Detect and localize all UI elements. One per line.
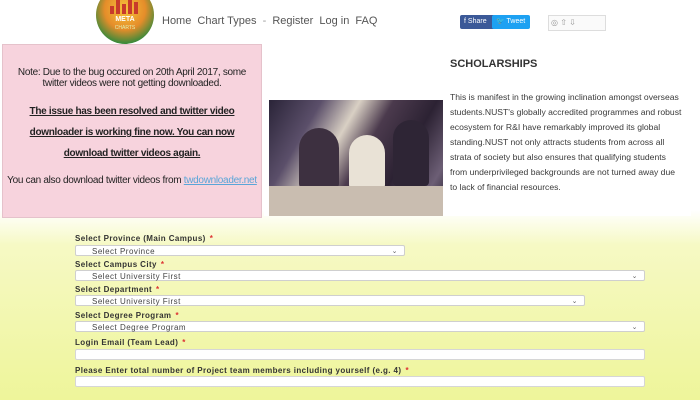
department-select[interactable]: Select University First ⌄: [75, 295, 585, 306]
logo-subtext: CHARTS: [114, 25, 136, 31]
province-select[interactable]: Select Province ⌄: [75, 245, 405, 256]
degree-program-select[interactable]: Select Degree Program ⌄: [75, 321, 645, 332]
team-members-input[interactable]: [75, 376, 645, 387]
notice-alternative-prefix: You can also download twitter videos fro…: [7, 175, 184, 186]
required-mark: *: [175, 311, 179, 320]
degree-program-label: Select Degree Program *: [75, 311, 179, 320]
twdownloader-link[interactable]: twdownloader.net: [184, 175, 257, 186]
notice-bug-text: Note: Due to the bug occured on 20th Apr…: [17, 67, 247, 89]
scholarships-panel: SCHOLARSHIPS This is manifest in the gro…: [264, 44, 691, 216]
share-label: Share: [467, 18, 487, 25]
nav-log-in[interactable]: Log in: [319, 15, 349, 27]
nav-home[interactable]: Home: [162, 15, 191, 27]
province-label: Select Province (Main Campus) *: [75, 234, 214, 243]
site-logo[interactable]: META CHARTS: [96, 0, 154, 44]
team-members-label: Please Enter total number of Project tea…: [75, 366, 409, 375]
scholarships-description: This is manifest in the growing inclinat…: [450, 92, 682, 192]
facebook-icon: f: [464, 18, 466, 25]
main-nav: Home Chart Types - Register Log in FAQ: [162, 15, 380, 27]
social-vote-widget[interactable]: ◎ ⇧ ⇩: [548, 15, 606, 31]
facebook-share-button[interactable]: f Share: [460, 15, 496, 29]
scholarships-title: SCHOLARSHIPS: [450, 58, 538, 70]
required-mark: *: [182, 338, 186, 347]
campus-city-select[interactable]: Select University First ⌄: [75, 270, 645, 281]
notice-box: Note: Due to the bug occured on 20th Apr…: [2, 44, 262, 218]
chart-bars-icon: [110, 0, 140, 14]
nav-separator: -: [262, 15, 267, 27]
campus-city-label: Select Campus City *: [75, 260, 165, 269]
tweet-label: Tweet: [506, 18, 526, 25]
required-mark: *: [405, 366, 409, 375]
site-header: META CHARTS Home Chart Types - Register …: [0, 0, 700, 44]
required-mark: *: [160, 260, 165, 269]
chevron-down-icon: ⌄: [631, 324, 638, 331]
nav-faq[interactable]: FAQ: [355, 15, 377, 27]
chevron-down-icon: ⌄: [631, 273, 638, 280]
login-email-input[interactable]: [75, 349, 645, 360]
chevron-down-icon: ⌄: [391, 248, 398, 255]
required-mark: *: [209, 234, 214, 243]
login-email-label: Login Email (Team Lead) *: [75, 338, 186, 347]
students-classroom-photo: [269, 100, 443, 216]
nav-register[interactable]: Register: [272, 15, 313, 27]
tweet-button[interactable]: 🐦 Tweet: [492, 15, 530, 29]
required-mark: *: [156, 285, 160, 294]
chevron-down-icon: ⌄: [571, 298, 578, 305]
logo-text: META: [115, 16, 135, 23]
notice-alternative-text: You can also download twitter videos fro…: [7, 175, 257, 186]
twitter-icon: 🐦: [496, 18, 505, 25]
nav-chart-types[interactable]: Chart Types: [197, 15, 256, 27]
notice-resolved-text: The issue has been resolved and twitter …: [29, 106, 235, 159]
department-label: Select Department *: [75, 285, 160, 294]
